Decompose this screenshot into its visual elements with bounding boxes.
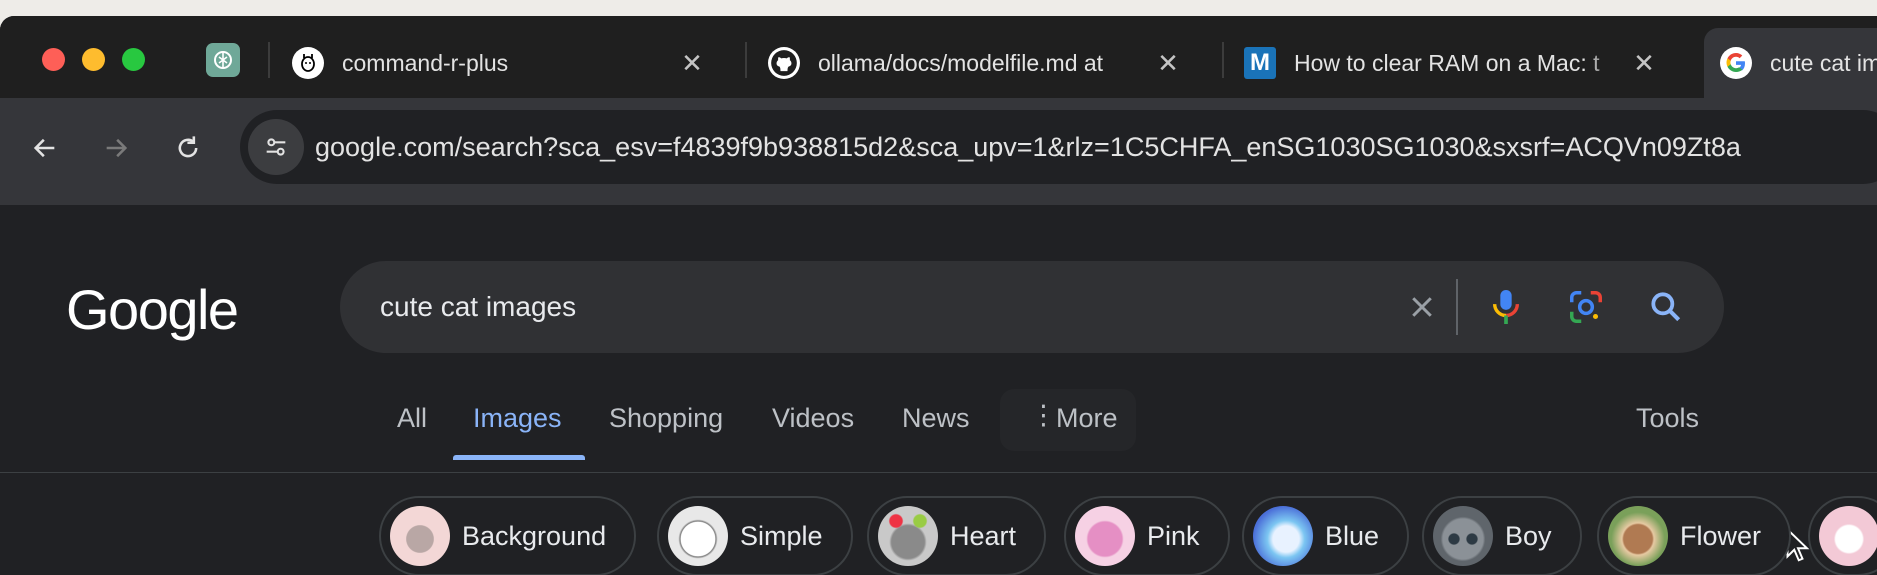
refinement-chips: Background Simple Heart Pink Blue Boy Fl… — [0, 496, 1877, 575]
cat-thumbnail — [390, 506, 450, 566]
search-submit-button[interactable] — [1642, 283, 1690, 331]
cat-thumbnail — [1819, 506, 1877, 566]
llama-icon — [292, 47, 324, 79]
reload-icon — [178, 136, 198, 158]
chip-label: Background — [462, 520, 607, 551]
more-button[interactable]: ⋮ More — [1000, 389, 1136, 451]
lens-search-button[interactable] — [1562, 283, 1610, 331]
fullscreen-window-button[interactable] — [122, 48, 145, 71]
search-type-tabs: All Images Shopping Videos News ⋮ More T… — [0, 389, 1877, 460]
tab-images[interactable]: Images — [473, 403, 562, 434]
chip-label: Pink — [1147, 520, 1200, 551]
url-text: google.com/search?sca_esv=f4839f9b938815… — [315, 132, 1741, 162]
microphone-icon — [1492, 290, 1520, 324]
github-icon — [768, 47, 800, 79]
cat-thumbnail — [1433, 506, 1493, 566]
chip-label: Simple — [740, 520, 823, 551]
forward-arrow-icon — [106, 138, 128, 158]
chip-label: Blue — [1325, 520, 1380, 551]
tab-ollama-modelfile[interactable]: ollama/docs/modelfile.md at ✕ — [768, 28, 1198, 98]
close-window-button[interactable] — [42, 48, 65, 71]
voice-search-button[interactable] — [1482, 283, 1530, 331]
chip-label: Heart — [950, 520, 1017, 551]
clear-search-button[interactable] — [1398, 283, 1446, 331]
chip-simple[interactable]: Simple — [657, 496, 853, 575]
cat-thumbnail — [668, 506, 728, 566]
google-logo[interactable]: Google — [66, 277, 239, 342]
chip-pink[interactable]: Pink — [1064, 496, 1230, 575]
tab-title: ollama/docs/modelfile.md at — [818, 49, 1104, 76]
browser-toolbar: google.com/search?sca_esv=f4839f9b938815… — [0, 98, 1877, 205]
chip-flower[interactable]: Flower — [1597, 496, 1792, 575]
cat-thumbnail — [1253, 506, 1313, 566]
search-input[interactable]: cute cat images — [380, 291, 576, 323]
tab-all[interactable]: All — [397, 403, 427, 434]
m-icon: M — [1244, 47, 1276, 79]
active-tab-indicator — [453, 455, 585, 460]
header-divider — [0, 472, 1877, 473]
search-results-page: Google cute cat images All Images Shoppi… — [0, 205, 1877, 575]
tab-videos[interactable]: Videos — [772, 403, 854, 434]
search-divider — [1456, 279, 1458, 335]
pinned-tab-chatgpt[interactable] — [206, 43, 240, 77]
tab-separator — [1222, 42, 1224, 78]
tab-clear-ram-mac[interactable]: M How to clear RAM on a Mac: t ✕ — [1244, 28, 1674, 98]
minimize-window-button[interactable] — [82, 48, 105, 71]
chip-blue[interactable]: Blue — [1242, 496, 1410, 575]
close-tab-icon[interactable]: ✕ — [1632, 48, 1656, 79]
close-tab-icon[interactable]: ✕ — [680, 48, 704, 79]
tab-news[interactable]: News — [902, 403, 970, 434]
chip-heart[interactable]: Heart — [867, 496, 1047, 575]
chatgpt-icon — [214, 51, 232, 69]
reload-button[interactable] — [168, 128, 208, 168]
tab-title: How to clear RAM on a Mac: t — [1294, 49, 1600, 76]
close-tab-icon[interactable]: ✕ — [1156, 48, 1180, 79]
forward-button[interactable] — [96, 128, 136, 168]
chip-label: Flower — [1680, 520, 1762, 551]
back-button[interactable] — [25, 128, 65, 168]
more-label: More — [1056, 403, 1118, 433]
back-arrow-icon — [33, 138, 55, 158]
tune-icon — [266, 138, 286, 156]
search-icon — [1651, 292, 1681, 322]
more-vert-icon: ⋮ — [1030, 400, 1057, 430]
search-box[interactable]: cute cat images — [340, 261, 1724, 353]
site-info-button[interactable] — [248, 119, 304, 175]
tab-cute-cat-images[interactable]: cute cat ima — [1704, 28, 1877, 98]
tab-title: cute cat ima — [1770, 49, 1877, 76]
chip-label: Boy — [1505, 520, 1552, 551]
close-icon — [1412, 297, 1432, 317]
chip-more[interactable] — [1808, 496, 1877, 575]
address-bar[interactable]: google.com/search?sca_esv=f4839f9b938815… — [240, 110, 1877, 184]
cat-thumbnail — [1075, 506, 1135, 566]
chip-boy[interactable]: Boy — [1422, 496, 1582, 575]
chip-background[interactable]: Background — [379, 496, 637, 575]
browser-window: command-r-plus ✕ ollama/docs/modelfile.m… — [0, 16, 1877, 575]
tab-shopping[interactable]: Shopping — [609, 403, 723, 434]
cat-thumbnail — [878, 506, 938, 566]
tab-separator — [745, 42, 747, 78]
cat-thumbnail — [1608, 506, 1668, 566]
tab-title: command-r-plus — [342, 49, 509, 76]
tab-strip: command-r-plus ✕ ollama/docs/modelfile.m… — [0, 16, 1877, 98]
tools-button[interactable]: Tools — [1636, 403, 1699, 434]
tab-command-r-plus[interactable]: command-r-plus ✕ — [292, 28, 722, 98]
google-icon — [1720, 47, 1752, 79]
lens-icon — [1570, 291, 1602, 323]
tab-separator — [268, 42, 270, 78]
